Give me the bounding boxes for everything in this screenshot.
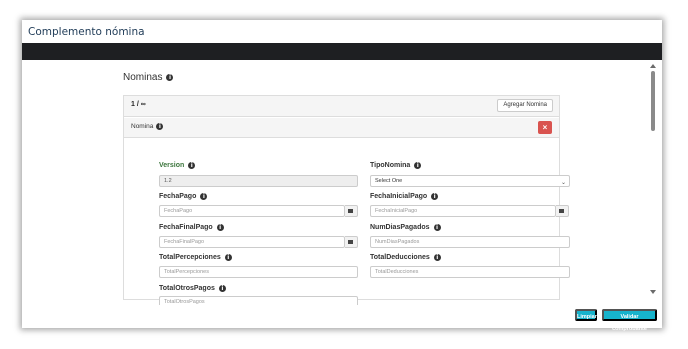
vertical-scrollbar[interactable]	[650, 64, 656, 294]
chevron-down-icon: ⌄	[560, 180, 566, 186]
tipo-nomina-select[interactable]: Select One ⌄	[370, 175, 570, 187]
info-icon[interactable]: i	[224, 254, 232, 261]
fecha-inicial-pago-input[interactable]: FechaInicialPago	[370, 205, 556, 217]
fecha-inicial-pago-label: FechaInicialPago	[370, 193, 428, 200]
num-dias-pagados-label: NumDiasPagados	[370, 224, 430, 231]
header-band	[22, 43, 662, 60]
total-otros-pagos-label-wrap: TotalOtrosPagos i	[159, 285, 226, 292]
fecha-pago-input[interactable]: FechaPago	[159, 205, 345, 217]
nominas-card-header: 1 / ∞ Agregar Nomina	[124, 96, 559, 117]
info-icon[interactable]: i	[156, 123, 164, 130]
nomina-item-label: Nomina	[131, 123, 154, 130]
info-icon[interactable]: i	[433, 254, 441, 261]
total-otros-pagos-label: TotalOtrosPagos	[159, 285, 215, 292]
total-percepciones-input[interactable]: TotalPercepciones	[159, 266, 358, 278]
total-deducciones-label: TotalDeducciones	[370, 254, 430, 261]
info-icon[interactable]: i	[188, 162, 196, 169]
title-bar: Complemento nómina	[22, 20, 662, 43]
fecha-final-pago-label: FechaFinalPago	[159, 224, 213, 231]
info-icon[interactable]: i	[166, 74, 174, 81]
tipo-nomina-label-wrap: TipoNomina i	[370, 162, 422, 169]
tipo-nomina-label: TipoNomina	[370, 162, 411, 169]
num-dias-pagados-input[interactable]: NumDiasPagados	[370, 236, 570, 248]
delete-nomina-button[interactable]: ×	[538, 121, 552, 134]
total-percepciones-label: TotalPercepciones	[159, 254, 221, 261]
total-deducciones-label-wrap: TotalDeducciones i	[370, 254, 441, 261]
calendar-icon[interactable]	[556, 205, 569, 217]
nominas-card: 1 / ∞ Agregar Nomina Nomina i × Version …	[123, 95, 570, 308]
calendar-icon[interactable]	[345, 236, 358, 248]
fecha-inicial-pago-label-wrap: FechaInicialPago i	[370, 193, 439, 200]
total-percepciones-label-wrap: TotalPercepciones i	[159, 254, 232, 261]
info-icon[interactable]: i	[431, 193, 439, 200]
add-nomina-button[interactable]: Agregar Nomina	[497, 99, 553, 112]
window: Complemento nómina Nominas i 1 / ∞ Agreg…	[22, 20, 662, 332]
version-label: Version	[159, 162, 185, 169]
window-title: Complemento nómina	[28, 26, 145, 38]
info-icon[interactable]: i	[218, 285, 226, 292]
total-deducciones-input[interactable]: TotalDeducciones	[370, 266, 570, 278]
info-icon[interactable]: i	[433, 224, 441, 231]
fecha-pago-label-wrap: FechaPago i	[159, 193, 208, 200]
scroll-thumb[interactable]	[651, 71, 655, 131]
nomina-item-header: Nomina i ×	[124, 118, 559, 138]
footer: Limpiar Validar comprobante	[22, 305, 662, 332]
nomina-item-label-wrap: Nomina i	[131, 123, 164, 130]
fecha-final-pago-label-wrap: FechaFinalPago i	[159, 224, 224, 231]
section-heading: Nominas i	[123, 72, 174, 83]
fecha-pago-label: FechaPago	[159, 193, 197, 200]
info-icon[interactable]: i	[414, 162, 422, 169]
scroll-down-icon[interactable]	[650, 290, 656, 294]
fecha-final-pago-input[interactable]: FechaFinalPago	[159, 236, 345, 248]
section-title: Nominas	[123, 72, 163, 83]
calendar-icon[interactable]	[345, 205, 358, 217]
clear-button[interactable]: Limpiar	[575, 309, 597, 321]
tipo-nomina-value: Select One	[375, 178, 403, 184]
version-label-wrap: Version i	[159, 162, 196, 169]
version-field: 1.2	[159, 175, 358, 187]
item-counter: 1 / ∞	[131, 101, 146, 108]
validate-button[interactable]: Validar comprobante	[602, 309, 657, 332]
info-icon[interactable]: i	[200, 193, 208, 200]
num-dias-pagados-label-wrap: NumDiasPagados i	[370, 224, 441, 231]
info-icon[interactable]: i	[216, 224, 224, 231]
scroll-up-icon[interactable]	[650, 64, 656, 68]
